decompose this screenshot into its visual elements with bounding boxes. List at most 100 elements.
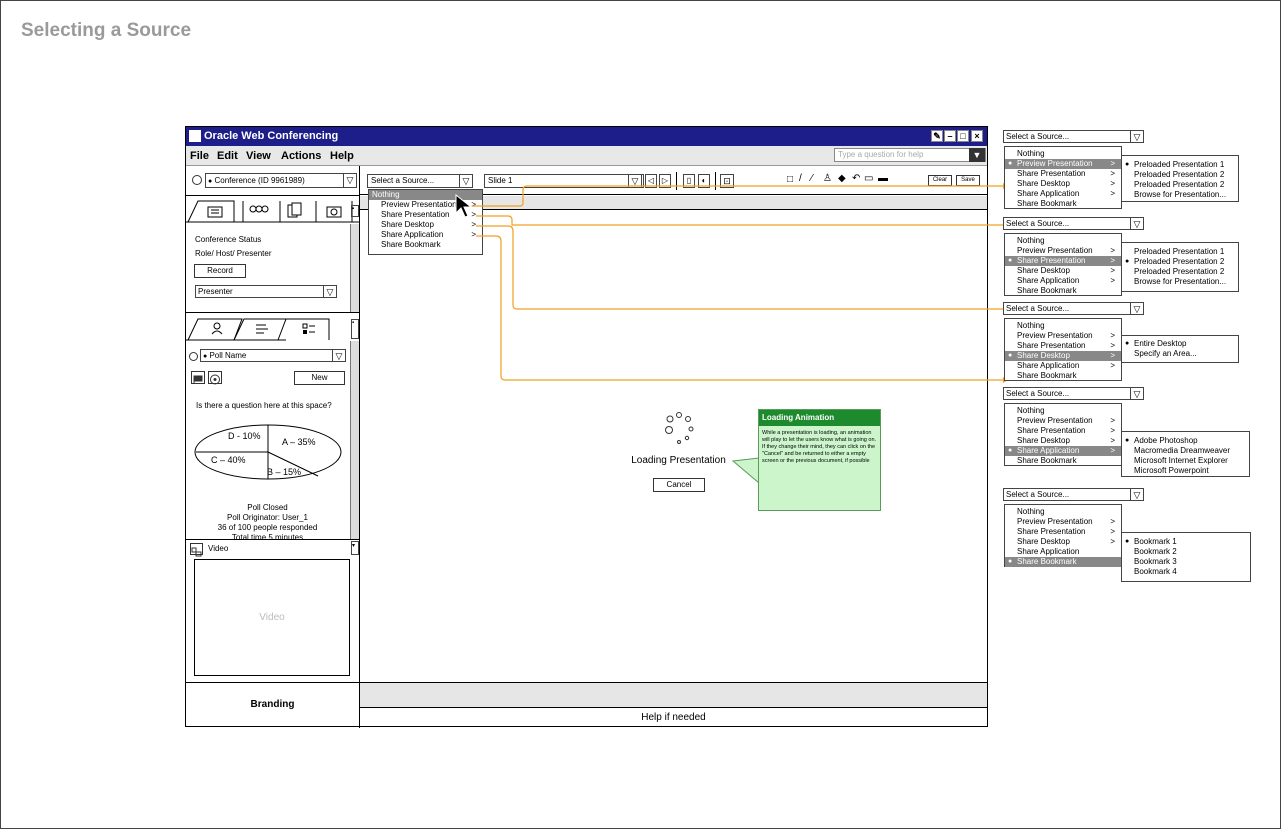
side-menu-item-share-bookmark[interactable]: Share Bookmark (1005, 557, 1121, 567)
chevron-right-icon: > (1110, 246, 1115, 255)
side-menu-item-share-application[interactable]: Share Application > (1005, 276, 1121, 286)
chevron-right-icon: > (1110, 351, 1115, 360)
side-menu-item-share-bookmark[interactable]: Share Bookmark (1005, 286, 1121, 296)
chevron-right-icon: > (1110, 266, 1115, 275)
submenu-item[interactable]: Preloaded Presentation 2 (1122, 267, 1238, 277)
side-submenu: Adobe Photoshop Macromedia Dreamweaver M… (1121, 431, 1250, 477)
side-menu: Nothing Preview Presentation > Share Pres… (1004, 233, 1122, 296)
side-menu-item-share-presentation[interactable]: Share Presentation > (1005, 169, 1121, 179)
side-menu-label: Share Desktop (1017, 179, 1070, 188)
side-menu-item-share-presentation[interactable]: Share Presentation > (1005, 426, 1121, 436)
side-menu: Nothing Preview Presentation > Share Pres… (1004, 403, 1122, 466)
submenu-item[interactable]: Bookmark 3 (1122, 557, 1250, 567)
submenu-item[interactable]: Bookmark 2 (1122, 547, 1250, 557)
side-menu-label: Preview Presentation (1017, 331, 1093, 340)
submenu-item[interactable]: Preloaded Presentation 1 (1122, 160, 1238, 170)
side-submenu: Entire Desktop Specify an Area... (1121, 335, 1239, 363)
side-menu-item-preview[interactable]: Preview Presentation > (1005, 416, 1121, 426)
chevron-right-icon: > (1110, 276, 1115, 285)
chevron-right-icon: > (1110, 436, 1115, 445)
side-menu-item-share-desktop[interactable]: Share Desktop > (1005, 351, 1121, 361)
submenu-item[interactable]: Preloaded Presentation 2 (1122, 180, 1238, 190)
side-source-combo[interactable]: Select a Source... (1003, 488, 1131, 501)
side-source-combo[interactable]: Select a Source... (1003, 387, 1131, 400)
side-menu-item-share-desktop[interactable]: Share Desktop > (1005, 436, 1121, 446)
submenu-item[interactable]: Preloaded Presentation 1 (1122, 247, 1238, 257)
submenu-item[interactable]: Specify an Area... (1122, 349, 1238, 359)
side-source-combo[interactable]: Select a Source... (1003, 302, 1131, 315)
side-menu-item-share-bookmark[interactable]: Share Bookmark (1005, 371, 1121, 381)
side-dropdown-icon[interactable]: ▽ (1130, 302, 1144, 315)
submenu-item[interactable]: Bookmark 4 (1122, 567, 1250, 577)
side-dropdown-icon[interactable]: ▽ (1130, 387, 1144, 400)
submenu-item[interactable]: Preloaded Presentation 2 (1122, 170, 1238, 180)
side-menu: Nothing Preview Presentation > Share Pres… (1004, 146, 1122, 209)
side-menu-item-share-application[interactable]: Share Application > (1005, 189, 1121, 199)
side-menu-item-preview[interactable]: Preview Presentation > (1005, 517, 1121, 527)
chevron-right-icon: > (1110, 537, 1115, 546)
submenu-item[interactable]: Microsoft Internet Explorer (1122, 456, 1249, 466)
connector-share-desktop (476, 225, 1003, 310)
chevron-right-icon: > (1110, 341, 1115, 350)
connector-preview (472, 185, 1003, 207)
chevron-right-icon: > (1110, 159, 1115, 168)
side-menu-label: Preview Presentation (1017, 159, 1093, 168)
side-menu-item-preview[interactable]: Preview Presentation > (1005, 331, 1121, 341)
submenu-item[interactable]: Bookmark 1 (1122, 537, 1250, 547)
side-menu-item-share-desktop[interactable]: Share Desktop > (1005, 537, 1121, 547)
side-dropdown-icon[interactable]: ▽ (1130, 130, 1144, 143)
side-menu-item-nothing[interactable]: Nothing (1005, 321, 1121, 331)
side-source-combo[interactable]: Select a Source... (1003, 130, 1131, 143)
submenu-item[interactable]: Macromedia Dreamweaver (1122, 446, 1249, 456)
side-menu-item-nothing[interactable]: Nothing (1005, 236, 1121, 246)
side-menu-label: Preview Presentation (1017, 517, 1093, 526)
side-menu-item-share-presentation[interactable]: Share Presentation > (1005, 256, 1121, 266)
side-menu-item-preview[interactable]: Preview Presentation > (1005, 246, 1121, 256)
chevron-right-icon: > (1110, 426, 1115, 435)
submenu-item[interactable]: Entire Desktop (1122, 339, 1238, 349)
side-submenu: Bookmark 1 Bookmark 2 Bookmark 3 Bookmar… (1121, 532, 1251, 582)
chevron-right-icon: > (1110, 256, 1115, 265)
submenu-item[interactable]: Microsoft Powerpoint (1122, 466, 1249, 476)
side-menu-label: Share Application (1017, 276, 1080, 285)
side-menu: Nothing Preview Presentation > Share Pres… (1004, 504, 1122, 567)
submenu-item[interactable]: Browse for Presentation... (1122, 277, 1238, 287)
side-menu-item-nothing[interactable]: Nothing (1005, 406, 1121, 416)
side-source-combo[interactable]: Select a Source... (1003, 217, 1131, 230)
side-menu-item-share-presentation[interactable]: Share Presentation > (1005, 341, 1121, 351)
chevron-right-icon: > (1110, 331, 1115, 340)
side-menu-item-share-application[interactable]: Share Application > (1005, 361, 1121, 371)
side-submenu: Preloaded Presentation 1 Preloaded Prese… (1121, 155, 1239, 202)
side-menu-item-preview[interactable]: Preview Presentation > (1005, 159, 1121, 169)
side-menu-item-share-presentation[interactable]: Share Presentation > (1005, 527, 1121, 537)
submenu-item[interactable]: Adobe Photoshop (1122, 436, 1249, 446)
side-menu-label: Share Application (1017, 361, 1080, 370)
side-menu-item-share-application[interactable]: Share Application (1005, 547, 1121, 557)
side-menu-item-share-desktop[interactable]: Share Desktop > (1005, 179, 1121, 189)
chevron-right-icon: > (1110, 189, 1115, 198)
side-menu-item-share-application[interactable]: Share Application > (1005, 446, 1121, 456)
side-menu-item-share-bookmark[interactable]: Share Bookmark (1005, 456, 1121, 466)
chevron-right-icon: > (1110, 446, 1115, 455)
side-menu-label: Share Desktop (1017, 266, 1070, 275)
side-dropdown-icon[interactable]: ▽ (1130, 217, 1144, 230)
connector-share-presentation (476, 215, 1003, 226)
side-menu-label: Share Application (1017, 189, 1080, 198)
chevron-right-icon: > (1110, 527, 1115, 536)
side-menu-label: Share Desktop (1017, 351, 1070, 360)
side-dropdown-icon[interactable]: ▽ (1130, 488, 1144, 501)
chevron-right-icon: > (1110, 179, 1115, 188)
submenu-item[interactable]: Browse for Presentation... (1122, 190, 1238, 200)
side-menu-label: Preview Presentation (1017, 416, 1093, 425)
side-menu-item-nothing[interactable]: Nothing (1005, 149, 1121, 159)
submenu-item[interactable]: Preloaded Presentation 2 (1122, 257, 1238, 267)
side-menu-label: Preview Presentation (1017, 246, 1093, 255)
side-menu-item-share-bookmark[interactable]: Share Bookmark (1005, 199, 1121, 209)
side-menu-label: Share Presentation (1017, 169, 1086, 178)
side-menu-item-nothing[interactable]: Nothing (1005, 507, 1121, 517)
side-menu-label: Share Application (1017, 446, 1080, 455)
side-menu-item-share-desktop[interactable]: Share Desktop > (1005, 266, 1121, 276)
chevron-right-icon: > (1110, 416, 1115, 425)
side-menu-label: Share Presentation (1017, 527, 1086, 536)
side-menu-label: Share Desktop (1017, 436, 1070, 445)
